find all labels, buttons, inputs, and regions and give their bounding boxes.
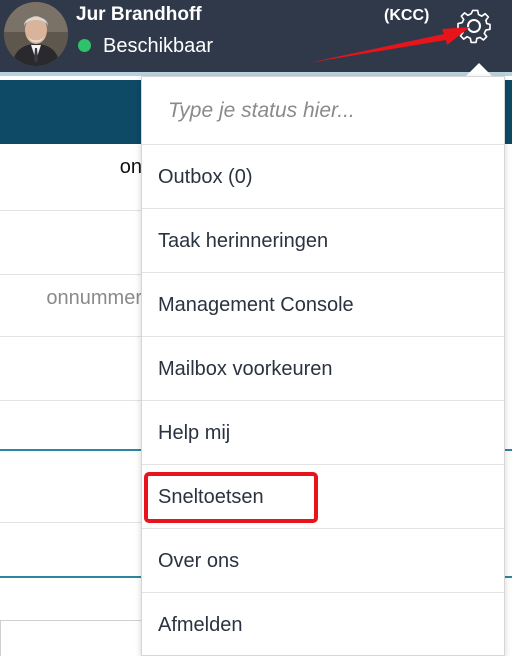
avatar[interactable] xyxy=(4,2,68,66)
background-row-text: on xyxy=(119,156,142,178)
menu-item-help[interactable]: Help mij xyxy=(142,401,504,465)
menu-item-logout[interactable]: Afmelden xyxy=(142,593,504,656)
top-header: Jur Brandhoff (KCC) Beschikbaar xyxy=(0,0,512,72)
background-row xyxy=(0,523,142,578)
user-name: Jur Brandhoff xyxy=(76,4,202,25)
background-row xyxy=(0,401,142,451)
menu-item-task-reminders[interactable]: Taak herinneringen xyxy=(142,209,504,273)
status-input[interactable] xyxy=(142,77,504,145)
menu-item-management-console[interactable]: Management Console xyxy=(142,273,504,337)
background-input-box[interactable] xyxy=(0,620,142,656)
status-indicator xyxy=(78,39,91,52)
gear-icon[interactable] xyxy=(452,4,496,48)
background-row-text: onnummer xyxy=(46,287,142,309)
user-photo xyxy=(4,2,68,66)
background-divider xyxy=(504,449,512,451)
user-tag: (KCC) xyxy=(384,7,430,24)
background-divider xyxy=(504,576,512,578)
menu-item-about[interactable]: Over ons xyxy=(142,529,504,593)
status-label[interactable]: Beschikbaar xyxy=(103,35,213,58)
background-row: onnummer xyxy=(0,275,142,337)
settings-dropdown: Outbox (0) Taak herinneringen Management… xyxy=(141,76,505,656)
background-row xyxy=(0,463,142,523)
dropdown-caret xyxy=(466,63,492,76)
background-row xyxy=(0,211,142,275)
menu-item-outbox[interactable]: Outbox (0) xyxy=(142,145,504,209)
highlight-box xyxy=(144,472,318,523)
background-row: on xyxy=(0,144,142,211)
menu-item-mailbox-preferences[interactable]: Mailbox voorkeuren xyxy=(142,337,504,401)
background-row xyxy=(0,337,142,401)
